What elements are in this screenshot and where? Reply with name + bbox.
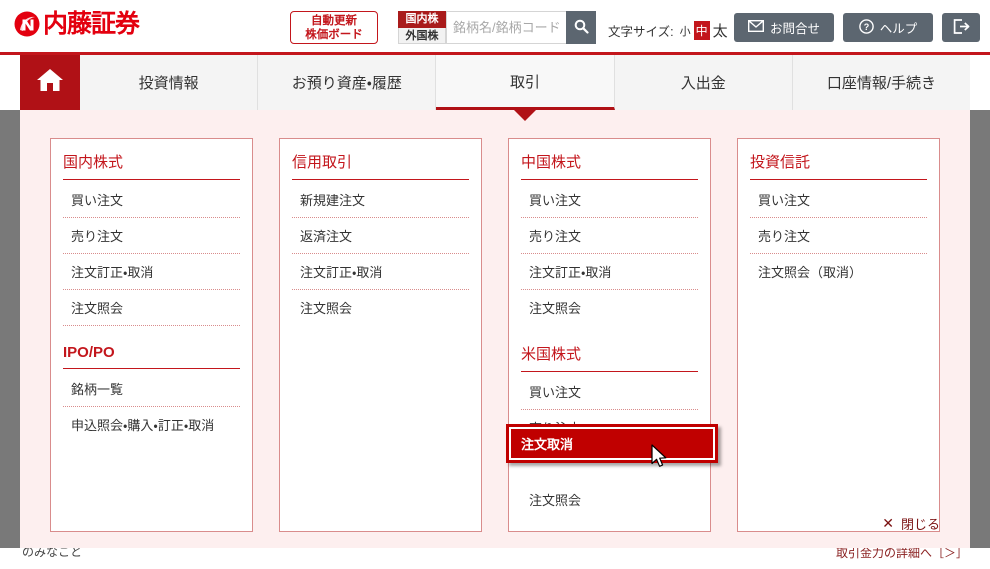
menu-item-china-sell-order[interactable]: 売り注文: [521, 218, 698, 254]
menu-item-us-order-inquiry[interactable]: 注文照会: [521, 482, 698, 517]
market-type-toggle: 国内株 外国株: [398, 11, 446, 44]
menu-columns: 国内株式 買い注文 売り注文 注文訂正・取消 注文照会 IPO/PO 銘柄一覧 …: [50, 138, 940, 532]
market-toggle-foreign[interactable]: 外国株: [398, 27, 446, 44]
menu-item-china-order-modify-cancel[interactable]: 注文訂正・取消: [521, 254, 698, 290]
menu-item-china-order-inquiry[interactable]: 注文照会: [521, 290, 698, 325]
menu-item-us-buy-order[interactable]: 買い注文: [521, 374, 698, 410]
nav-tab-1-label: お預り資産・履歴: [291, 75, 402, 92]
main-navigation: 投資情報 お預り資産・履歴 取引 入出金 口座情報/手続き: [0, 55, 990, 110]
menu-item-application-inquiry[interactable]: 申込照会・購入・訂正・取消: [63, 407, 240, 442]
bottom-right-link[interactable]: 取引金力の詳細へ［＞］: [836, 548, 968, 561]
search-input[interactable]: [446, 11, 566, 44]
menu-item-order-modify-cancel[interactable]: 注文訂正・取消: [63, 254, 240, 290]
search-button[interactable]: [566, 11, 596, 44]
font-size-small[interactable]: 小: [679, 23, 692, 39]
nav-tab-3[interactable]: 入出金: [614, 55, 793, 110]
menu-item-margin-order-modify-cancel[interactable]: 注文訂正・取消: [292, 254, 469, 290]
mega-menu-panel: 国内株式 買い注文 売り注文 注文訂正・取消 注文照会 IPO/PO 銘柄一覧 …: [20, 110, 970, 549]
highlighted-menu-item-us-order-cancel[interactable]: 注文取消: [511, 429, 713, 458]
naito-circle-n-logo-icon: [14, 11, 40, 37]
menu-item-repayment-order[interactable]: 返済注文: [292, 218, 469, 254]
nav-tab-2[interactable]: 取引: [436, 55, 615, 110]
nav-tab-0[interactable]: 投資情報: [80, 55, 259, 110]
nav-home-button[interactable]: [20, 55, 80, 110]
auto-update-line2: 株価ボード: [305, 29, 363, 41]
menu-item-new-position-order[interactable]: 新規建注文: [292, 182, 469, 218]
nav-tab-2-label: 取引: [510, 73, 541, 91]
menu-item-stock-list[interactable]: 銘柄一覧: [63, 371, 240, 407]
nav-tab-3-label: 入出金: [680, 75, 726, 92]
home-icon: [35, 67, 65, 99]
nav-tab-4[interactable]: 口座情報/手続き: [792, 55, 971, 110]
menu-column-3: 投資信託 買い注文 売り注文 注文照会（取消）: [737, 138, 940, 532]
group-title-ipo-po: IPO/PO: [63, 344, 240, 369]
contact-button[interactable]: お問合せ: [734, 13, 834, 42]
help-button[interactable]: ? ヘルプ: [843, 13, 933, 42]
mega-menu-frame: 国内株式 買い注文 売り注文 注文訂正・取消 注文照会 IPO/PO 銘柄一覧 …: [0, 110, 990, 569]
nav-tab-4-label: 口座情報/手続き: [826, 75, 936, 92]
auto-update-line1: 自動更新: [311, 15, 357, 27]
menu-item-buy-order[interactable]: 買い注文: [63, 182, 240, 218]
menu-item-order-inquiry[interactable]: 注文照会: [63, 290, 240, 326]
logout-button[interactable]: [942, 13, 980, 42]
search-icon: [574, 19, 589, 37]
bottom-left-text: のみなこと: [22, 548, 83, 559]
group-title-investment-trust: 投資信託: [750, 151, 927, 180]
menu-column-0: 国内株式 買い注文 売り注文 注文訂正・取消 注文照会 IPO/PO 銘柄一覧 …: [50, 138, 253, 532]
question-mark-icon: ?: [858, 18, 874, 37]
menu-column-2: 中国株式 買い注文 売り注文 注文訂正・取消 注文照会 米国株式 買い注文 売り…: [508, 138, 711, 532]
highlight-annotation-box: 注文取消: [506, 424, 718, 463]
close-menu-label: 閉じる: [900, 517, 940, 532]
nav-tab-1[interactable]: お預り資産・履歴: [258, 55, 437, 110]
font-size-label: 文字サイズ:: [608, 25, 674, 39]
group-title-margin-trading: 信用取引: [292, 151, 469, 180]
group-title-china-stocks: 中国株式: [521, 151, 698, 180]
close-menu-button[interactable]: ✕ 閉じる: [882, 514, 940, 533]
contact-button-label: お問合せ: [769, 22, 820, 36]
font-size-selector: 文字サイズ: 小 中 太: [608, 20, 729, 41]
logo-text: 内藤証券: [43, 10, 140, 38]
menu-item-fund-sell-order[interactable]: 売り注文: [750, 218, 927, 254]
font-size-medium[interactable]: 中: [693, 21, 710, 40]
app-root: 内藤証券 自動更新 株価ボード 国内株 外国株 文字サイズ: 小: [0, 0, 990, 569]
site-header: 内藤証券 自動更新 株価ボード 国内株 外国株 文字サイズ: 小: [0, 0, 990, 55]
menu-item-margin-order-inquiry[interactable]: 注文照会: [292, 290, 469, 325]
nav-tab-0-label: 投資情報: [138, 75, 199, 92]
svg-text:?: ?: [863, 22, 869, 32]
menu-item-sell-order[interactable]: 売り注文: [63, 218, 240, 254]
market-toggle-domestic[interactable]: 国内株: [398, 11, 446, 28]
group-title-domestic-stocks: 国内株式: [63, 151, 240, 180]
help-button-label: ヘルプ: [879, 22, 918, 36]
menu-item-fund-order-inquiry-cancel[interactable]: 注文照会（取消）: [750, 254, 927, 289]
page-bottom-strip: のみなこと 取引金力の詳細へ［＞］: [0, 548, 990, 569]
logout-icon: [953, 18, 970, 37]
stock-search: [446, 11, 596, 44]
close-x-icon: ✕: [882, 515, 894, 531]
menu-item-china-buy-order[interactable]: 買い注文: [521, 182, 698, 218]
auto-update-board-button[interactable]: 自動更新 株価ボード: [290, 11, 378, 44]
menu-item-fund-buy-order[interactable]: 買い注文: [750, 182, 927, 218]
menu-column-1: 信用取引 新規建注文 返済注文 注文訂正・取消 注文照会: [279, 138, 482, 532]
font-size-large[interactable]: 太: [712, 20, 729, 41]
site-logo[interactable]: 内藤証券: [14, 10, 140, 38]
group-title-us-stocks: 米国株式: [521, 343, 698, 372]
mail-icon: [747, 19, 764, 35]
